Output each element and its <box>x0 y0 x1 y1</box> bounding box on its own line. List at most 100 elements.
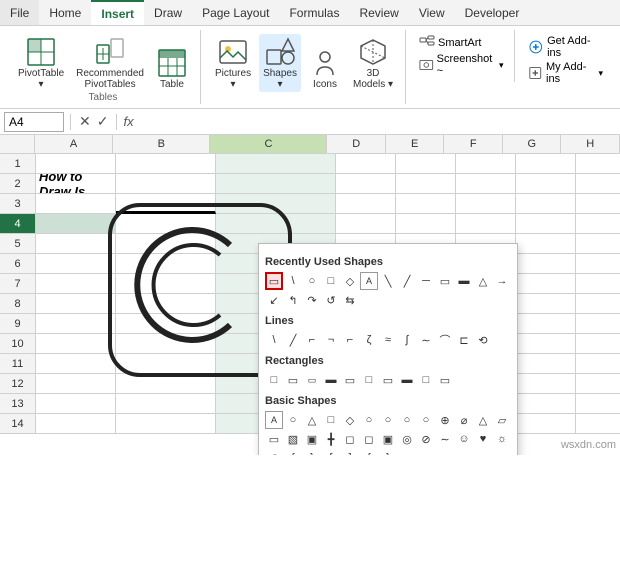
shape-icon[interactable]: ↙ <box>265 291 283 309</box>
shape-icon[interactable]: ▣ <box>379 430 397 448</box>
shape-icon[interactable]: □ <box>322 411 340 429</box>
cell-g5[interactable] <box>516 234 576 254</box>
cell-g10[interactable] <box>516 334 576 354</box>
cell-a10[interactable] <box>36 334 116 354</box>
cell-h10[interactable] <box>576 334 620 354</box>
cell-c1[interactable] <box>216 154 336 174</box>
col-header-h[interactable]: H <box>561 135 620 153</box>
shape-icon[interactable]: ⌀ <box>455 411 473 429</box>
col-header-d[interactable]: D <box>327 135 386 153</box>
shape-icon[interactable]: { <box>360 449 378 455</box>
shape-icon[interactable]: ○ <box>303 272 321 290</box>
shape-icon[interactable]: ▬ <box>322 371 340 389</box>
cell-h13[interactable] <box>576 394 620 414</box>
cell-h9[interactable] <box>576 314 620 334</box>
row-header-3[interactable]: 3 <box>0 194 35 214</box>
shape-icon[interactable]: ζ <box>360 331 378 349</box>
cell-h6[interactable] <box>576 254 620 274</box>
cell-b1[interactable] <box>116 154 216 174</box>
row-header-7[interactable]: 7 <box>0 274 35 294</box>
cell-d4[interactable] <box>336 214 396 234</box>
row-header-10[interactable]: 10 <box>0 334 35 354</box>
shape-icon[interactable]: ⇆ <box>341 291 359 309</box>
pivot-table-button[interactable]: PivotTable ▾ <box>14 34 68 92</box>
shape-icon[interactable]: ○ <box>398 411 416 429</box>
cell-h4[interactable] <box>576 214 620 234</box>
tab-formulas[interactable]: Formulas <box>279 0 349 25</box>
shape-icon[interactable]: ¬ <box>322 331 340 349</box>
shape-icon[interactable]: □ <box>322 272 340 290</box>
cell-c2[interactable] <box>216 174 336 194</box>
shape-icon[interactable]: \ <box>284 272 302 290</box>
tab-review[interactable]: Review <box>349 0 408 25</box>
cell-g7[interactable] <box>516 274 576 294</box>
shape-icon[interactable]: ▭ <box>341 371 359 389</box>
shape-icon[interactable]: ╱ <box>398 272 416 290</box>
cell-b10[interactable] <box>116 334 216 354</box>
shape-icon[interactable]: [ <box>322 449 340 455</box>
shape-icon[interactable]: ▭ <box>436 272 454 290</box>
cell-a9[interactable] <box>36 314 116 334</box>
cell-b9[interactable] <box>116 314 216 334</box>
cell-b13[interactable] <box>116 394 216 414</box>
shape-icon[interactable]: ▭ <box>284 371 302 389</box>
cell-g11[interactable] <box>516 354 576 374</box>
shape-icon[interactable]: ☽ <box>265 449 283 455</box>
shape-icon[interactable]: ∫ <box>398 331 416 349</box>
cell-a12[interactable] <box>36 374 116 394</box>
shape-icon[interactable]: ↰ <box>284 291 302 309</box>
icons-button[interactable]: Icons <box>305 45 345 92</box>
shape-icon[interactable]: ╲ <box>379 272 397 290</box>
row-header-12[interactable]: 12 <box>0 374 35 394</box>
shape-icon[interactable]: ≈ <box>379 331 397 349</box>
cell-g14[interactable] <box>516 414 576 434</box>
shape-icon[interactable]: ○ <box>284 411 302 429</box>
formula-input[interactable] <box>142 115 616 129</box>
3d-models-button[interactable]: 3D Models ▾ <box>349 34 397 92</box>
col-header-c[interactable]: C <box>210 135 327 153</box>
row-header-13[interactable]: 13 <box>0 394 35 414</box>
shape-icon[interactable]: ▭ <box>303 371 321 389</box>
shape-icon[interactable]: ☺ <box>455 430 473 448</box>
cell-g12[interactable] <box>516 374 576 394</box>
name-box[interactable] <box>4 112 64 132</box>
cell-e2[interactable] <box>396 174 456 194</box>
shape-icon[interactable]: \ <box>265 331 283 349</box>
cell-a3[interactable] <box>36 194 116 214</box>
cell-b3[interactable] <box>116 194 216 214</box>
shape-icon[interactable]: ∼ <box>436 430 454 448</box>
cell-h11[interactable] <box>576 354 620 374</box>
cell-b8[interactable] <box>116 294 216 314</box>
shape-icon[interactable]: ⊘ <box>417 430 435 448</box>
shapes-dropdown-panel[interactable]: Recently Used Shapes ▭ \ ○ □ ◇ A ╲ ╱ ─ ▭… <box>258 243 518 455</box>
cell-a13[interactable] <box>36 394 116 414</box>
shape-icon[interactable]: ▬ <box>398 371 416 389</box>
cell-f1[interactable] <box>456 154 516 174</box>
cell-h3[interactable] <box>576 194 620 214</box>
cell-b4[interactable] <box>116 214 216 234</box>
shape-icon[interactable]: ◻ <box>360 430 378 448</box>
cell-h5[interactable] <box>576 234 620 254</box>
cell-b14[interactable] <box>116 414 216 434</box>
cell-h1[interactable] <box>576 154 620 174</box>
tab-draw[interactable]: Draw <box>144 0 192 25</box>
shape-icon[interactable]: ∼ <box>417 331 435 349</box>
shape-icon[interactable]: ▭ <box>265 272 283 290</box>
cell-g9[interactable] <box>516 314 576 334</box>
cell-a7[interactable] <box>36 274 116 294</box>
cell-e1[interactable] <box>396 154 456 174</box>
shape-icon[interactable]: ♥ <box>474 430 492 448</box>
cell-b7[interactable] <box>116 274 216 294</box>
shape-icon[interactable]: ⟲ <box>474 331 492 349</box>
shape-icon[interactable]: ◻ <box>341 430 359 448</box>
cell-a14[interactable] <box>36 414 116 434</box>
cell-a6[interactable] <box>36 254 116 274</box>
my-addins-button[interactable]: My Add-ins ▾ <box>525 60 606 86</box>
cell-a5[interactable] <box>36 234 116 254</box>
shape-icon[interactable]: } <box>303 449 321 455</box>
shape-icon[interactable]: □ <box>265 371 283 389</box>
cell-g6[interactable] <box>516 254 576 274</box>
cell-h7[interactable] <box>576 274 620 294</box>
cell-h12[interactable] <box>576 374 620 394</box>
shape-icon[interactable]: ◇ <box>341 272 359 290</box>
